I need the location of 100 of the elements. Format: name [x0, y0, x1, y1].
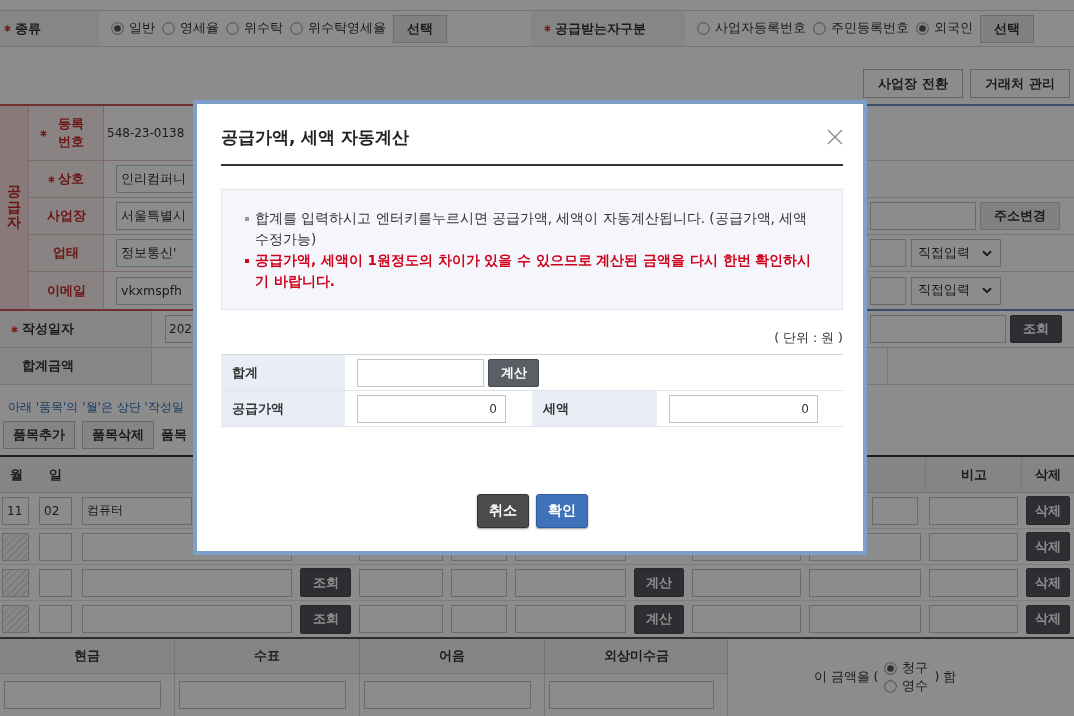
month-field[interactable]	[2, 568, 29, 597]
column-header: 외상미수금	[545, 639, 728, 674]
calculate-button[interactable]: 계산	[634, 568, 684, 597]
unit-text: ( 단위 : 원 )	[773, 329, 843, 347]
toolbar-button[interactable]: 사업장 전환	[863, 69, 963, 98]
label-text: 품목	[161, 426, 187, 444]
lookup-button[interactable]: 조회	[300, 568, 351, 597]
item-field[interactable]: 컴퓨터	[82, 496, 192, 525]
input-field[interactable]	[359, 605, 443, 633]
calculate-button[interactable]: 계산	[488, 358, 539, 387]
field-label: 공급받는자구분	[555, 19, 646, 38]
input-field[interactable]: vkxmspfh	[116, 276, 194, 305]
claim-text: ) 함	[934, 669, 957, 686]
input-field[interactable]	[929, 532, 1018, 561]
delete-button[interactable]: 삭제	[1026, 604, 1070, 634]
field-label: 합계금액	[22, 357, 74, 375]
column-header: 월	[9, 465, 24, 484]
select-button[interactable]: 선택	[393, 14, 447, 43]
item-field[interactable]	[82, 605, 292, 633]
radio-option[interactable]: 사업자등록번호	[697, 20, 806, 37]
confirm-button[interactable]: 확인	[535, 494, 588, 528]
radio-option[interactable]: 위수탁영세율	[290, 20, 386, 37]
delete-button[interactable]: 삭제	[1026, 496, 1070, 525]
radio-option[interactable]: 외국인	[916, 20, 973, 37]
item-field[interactable]	[82, 568, 292, 597]
input-field[interactable]	[451, 605, 507, 633]
address-change-button[interactable]: 주소변경	[980, 202, 1060, 230]
day-field[interactable]: 02	[39, 496, 72, 525]
hint-text: 아래 '품목'의 '월'은 상단 '작성일	[8, 399, 184, 415]
radio-option[interactable]: 위수탁	[226, 20, 283, 37]
input-field[interactable]: 정보통신'	[116, 239, 194, 267]
input-field[interactable]	[929, 568, 1018, 597]
chevron-down-icon	[982, 287, 992, 294]
input-field[interactable]	[359, 568, 443, 597]
input-field[interactable]	[809, 568, 921, 597]
cancel-button[interactable]: 취소	[476, 494, 529, 528]
day-field[interactable]	[39, 605, 72, 633]
input-field[interactable]: 0	[357, 394, 506, 423]
input-field[interactable]	[870, 239, 906, 267]
field-label: 공급가액	[221, 391, 345, 427]
input-field[interactable]: 0	[669, 394, 818, 423]
input-field[interactable]	[364, 681, 531, 709]
radio-option[interactable]: 일반	[111, 20, 155, 37]
column-header: 일	[48, 465, 63, 484]
field-label: 상호	[58, 170, 84, 188]
field-label: 등록 번호	[57, 115, 85, 151]
input-field[interactable]	[872, 496, 918, 525]
close-button[interactable]	[827, 129, 843, 145]
warning-text: 공급가액, 세액이 1원정도의 차이가 있을 수 있으므로 계산된 금액을 다시 한번 확인하시기 바랍니다.	[255, 251, 813, 291]
input-field[interactable]	[870, 202, 976, 230]
day-field[interactable]	[39, 532, 72, 561]
column-header: 현금	[0, 639, 175, 674]
lookup-button[interactable]: 조회	[1010, 315, 1062, 343]
input-field[interactable]	[692, 605, 801, 633]
input-field[interactable]	[870, 276, 906, 305]
bullet-icon	[245, 259, 249, 263]
input-field[interactable]	[929, 605, 1018, 633]
field-value: 548-23-0138	[107, 126, 185, 140]
field-label: 이메일	[46, 281, 86, 300]
chevron-down-icon	[982, 249, 992, 257]
month-field[interactable]	[2, 605, 29, 633]
delete-button[interactable]: 삭제	[1026, 568, 1070, 597]
column-header: 삭제	[1034, 465, 1062, 484]
field-label: 사업장	[46, 207, 86, 225]
input-field[interactable]: 서울특별시	[116, 202, 194, 230]
calculate-button[interactable]: 계산	[634, 604, 684, 634]
input-field[interactable]	[451, 568, 507, 597]
month-field[interactable]	[2, 532, 29, 561]
month-field[interactable]: 11	[2, 496, 29, 525]
column-header: 비고	[925, 457, 1022, 492]
input-field[interactable]	[4, 681, 161, 709]
field-label: 업태	[53, 244, 79, 262]
input-field[interactable]	[929, 496, 1018, 525]
item-button[interactable]: 품목삭제	[82, 421, 154, 449]
dialog-title: 공급가액, 세액 자동계산	[221, 125, 410, 149]
input-field[interactable]	[515, 568, 626, 597]
input-field[interactable]	[549, 681, 714, 709]
radio-option[interactable]: 영세율	[162, 20, 219, 37]
delete-button[interactable]: 삭제	[1026, 532, 1070, 561]
day-field[interactable]	[39, 568, 72, 597]
radio-option[interactable]: 주민등록번호	[813, 20, 909, 37]
field-label: 작성일자	[22, 320, 74, 338]
lookup-button[interactable]: 조회	[300, 604, 351, 634]
select-button[interactable]: 선택	[980, 14, 1034, 43]
dropdown[interactable]: 직접입력	[911, 239, 1001, 267]
input-field[interactable]: 인리컴퍼니	[116, 165, 194, 193]
input-field[interactable]	[870, 315, 1006, 343]
claim-text: 이 금액을 (	[813, 669, 879, 686]
bullet-icon	[245, 217, 249, 221]
dropdown[interactable]: 직접입력	[911, 276, 1001, 305]
input-field[interactable]	[692, 568, 801, 597]
input-field[interactable]	[357, 358, 484, 387]
toolbar-button[interactable]: 거래처 관리	[970, 69, 1070, 98]
input-field[interactable]	[515, 605, 626, 633]
input-field[interactable]	[809, 605, 921, 633]
radio-option[interactable]: 청구	[884, 660, 929, 677]
item-button[interactable]: 품목추가	[3, 421, 75, 449]
radio-option[interactable]: 영수	[884, 678, 929, 695]
input-field[interactable]	[179, 681, 346, 709]
column-header: 어음	[360, 639, 545, 674]
